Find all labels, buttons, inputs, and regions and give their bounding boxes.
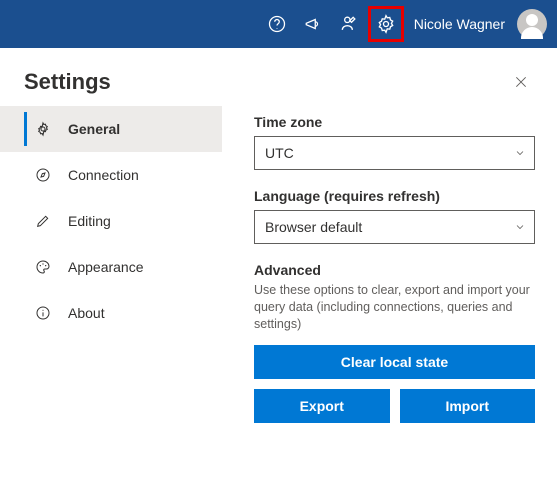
language-select[interactable]: Browser default <box>254 210 535 244</box>
compass-icon <box>34 167 52 183</box>
panel-header: Settings <box>0 66 557 106</box>
sidebar-item-label: General <box>68 121 120 137</box>
pencil-icon <box>34 213 52 229</box>
settings-sidebar: General Connection Editing Appearance <box>0 106 222 423</box>
megaphone-icon[interactable] <box>296 7 330 41</box>
language-value: Browser default <box>265 219 362 235</box>
sidebar-item-appearance[interactable]: Appearance <box>0 244 222 290</box>
settings-panel: Settings General Connection <box>0 48 557 423</box>
language-label: Language (requires refresh) <box>254 188 535 204</box>
avatar[interactable] <box>517 9 547 39</box>
import-button[interactable]: Import <box>400 389 536 423</box>
sidebar-item-about[interactable]: About <box>0 290 222 336</box>
settings-content: Time zone UTC Language (requires refresh… <box>222 106 557 423</box>
feedback-icon[interactable] <box>332 7 366 41</box>
username-label: Nicole Wagner <box>414 16 505 32</box>
help-icon[interactable] <box>260 7 294 41</box>
sidebar-item-connection[interactable]: Connection <box>0 152 222 198</box>
topbar: Nicole Wagner <box>0 0 557 48</box>
sidebar-item-label: Appearance <box>68 259 144 275</box>
palette-icon <box>34 259 52 275</box>
close-button[interactable] <box>505 66 537 98</box>
advanced-title: Advanced <box>254 262 535 278</box>
sidebar-item-general[interactable]: General <box>0 106 222 152</box>
gear-icon <box>34 121 52 137</box>
advanced-helper-text: Use these options to clear, export and i… <box>254 282 535 333</box>
sidebar-item-editing[interactable]: Editing <box>0 198 222 244</box>
info-icon <box>34 305 52 321</box>
timezone-select[interactable]: UTC <box>254 136 535 170</box>
settings-gear-icon[interactable] <box>368 6 404 42</box>
timezone-value: UTC <box>265 145 294 161</box>
sidebar-item-label: Connection <box>68 167 139 183</box>
chevron-down-icon <box>514 221 526 233</box>
export-import-row: Export Import <box>254 389 535 423</box>
clear-local-state-button[interactable]: Clear local state <box>254 345 535 379</box>
sidebar-item-label: Editing <box>68 213 111 229</box>
sidebar-item-label: About <box>68 305 105 321</box>
chevron-down-icon <box>514 147 526 159</box>
export-button[interactable]: Export <box>254 389 390 423</box>
panel-title: Settings <box>24 69 111 95</box>
timezone-label: Time zone <box>254 114 535 130</box>
